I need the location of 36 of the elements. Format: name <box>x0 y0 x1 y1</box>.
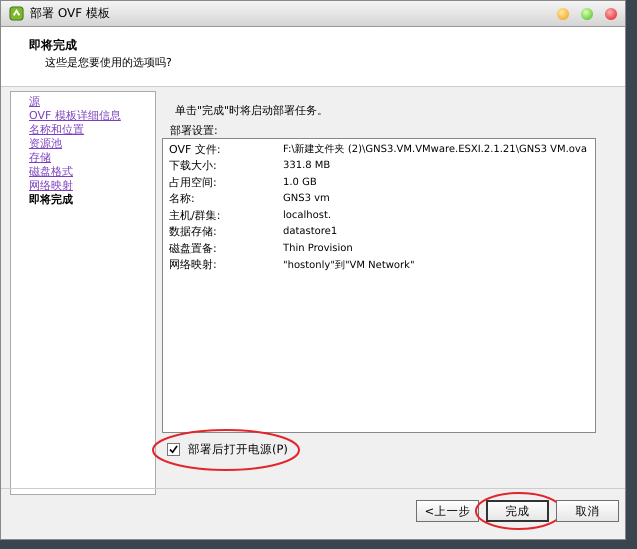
finish-button[interactable]: 完成 <box>486 500 549 522</box>
settings-label: 部署设置: <box>169 123 219 138</box>
setting-name: 下载大小: <box>169 158 218 174</box>
setting-name: 磁盘置备: <box>169 240 218 256</box>
step-link[interactable]: 存储 <box>29 151 51 165</box>
step-link[interactable]: 网络映射 <box>29 179 73 193</box>
setting-value: GNS3 vm <box>283 193 330 204</box>
cancel-button[interactable]: 取消 <box>556 500 619 522</box>
setting-value: 331.8 MB <box>283 160 330 172</box>
app-icon <box>9 6 24 21</box>
setting-value: datastore1 <box>283 226 338 238</box>
setting-name: 名称: <box>169 191 196 206</box>
setting-value: localhost. <box>283 210 332 221</box>
step-link[interactable]: 磁盘格式 <box>29 165 73 179</box>
setting-value: Thin Provision <box>283 242 353 254</box>
step-link[interactable]: OVF 模板详细信息 <box>29 109 121 123</box>
setting-name: 占用空间: <box>169 174 218 190</box>
setting-value: "hostonly"到"VM Network" <box>283 258 415 272</box>
setting-value: F:\新建文件夹 (2)\GNS3.VM.VMware.ESXI.2.1.21\GNS3 VM.ova <box>283 142 587 156</box>
checkbox[interactable] <box>167 442 180 456</box>
close-button[interactable] <box>605 8 617 20</box>
setting-value: 1.0 GB <box>283 176 317 188</box>
maximize-button[interactable] <box>581 8 593 20</box>
intro-text: 单击"完成"时将启动部署任务。 <box>174 103 330 118</box>
setting-name: 主机/群集: <box>169 208 222 223</box>
setting-name: 数据存储: <box>169 224 218 240</box>
step-link[interactable]: 资源池 <box>29 137 62 151</box>
step-link[interactable]: 即将完成 <box>29 193 73 207</box>
setting-name: OVF 文件: <box>169 142 222 157</box>
page-title: 即将完成 <box>29 37 78 54</box>
step-link[interactable]: 名称和位置 <box>29 123 84 137</box>
back-button[interactable]: <上一步 <box>416 500 479 522</box>
window-title: 部署 OVF 模板 <box>30 5 111 22</box>
setting-name: 网络映射: <box>169 257 218 272</box>
step-link[interactable]: 源 <box>29 95 40 109</box>
page-subtitle: 这些是您要使用的选项吗? <box>44 55 173 70</box>
